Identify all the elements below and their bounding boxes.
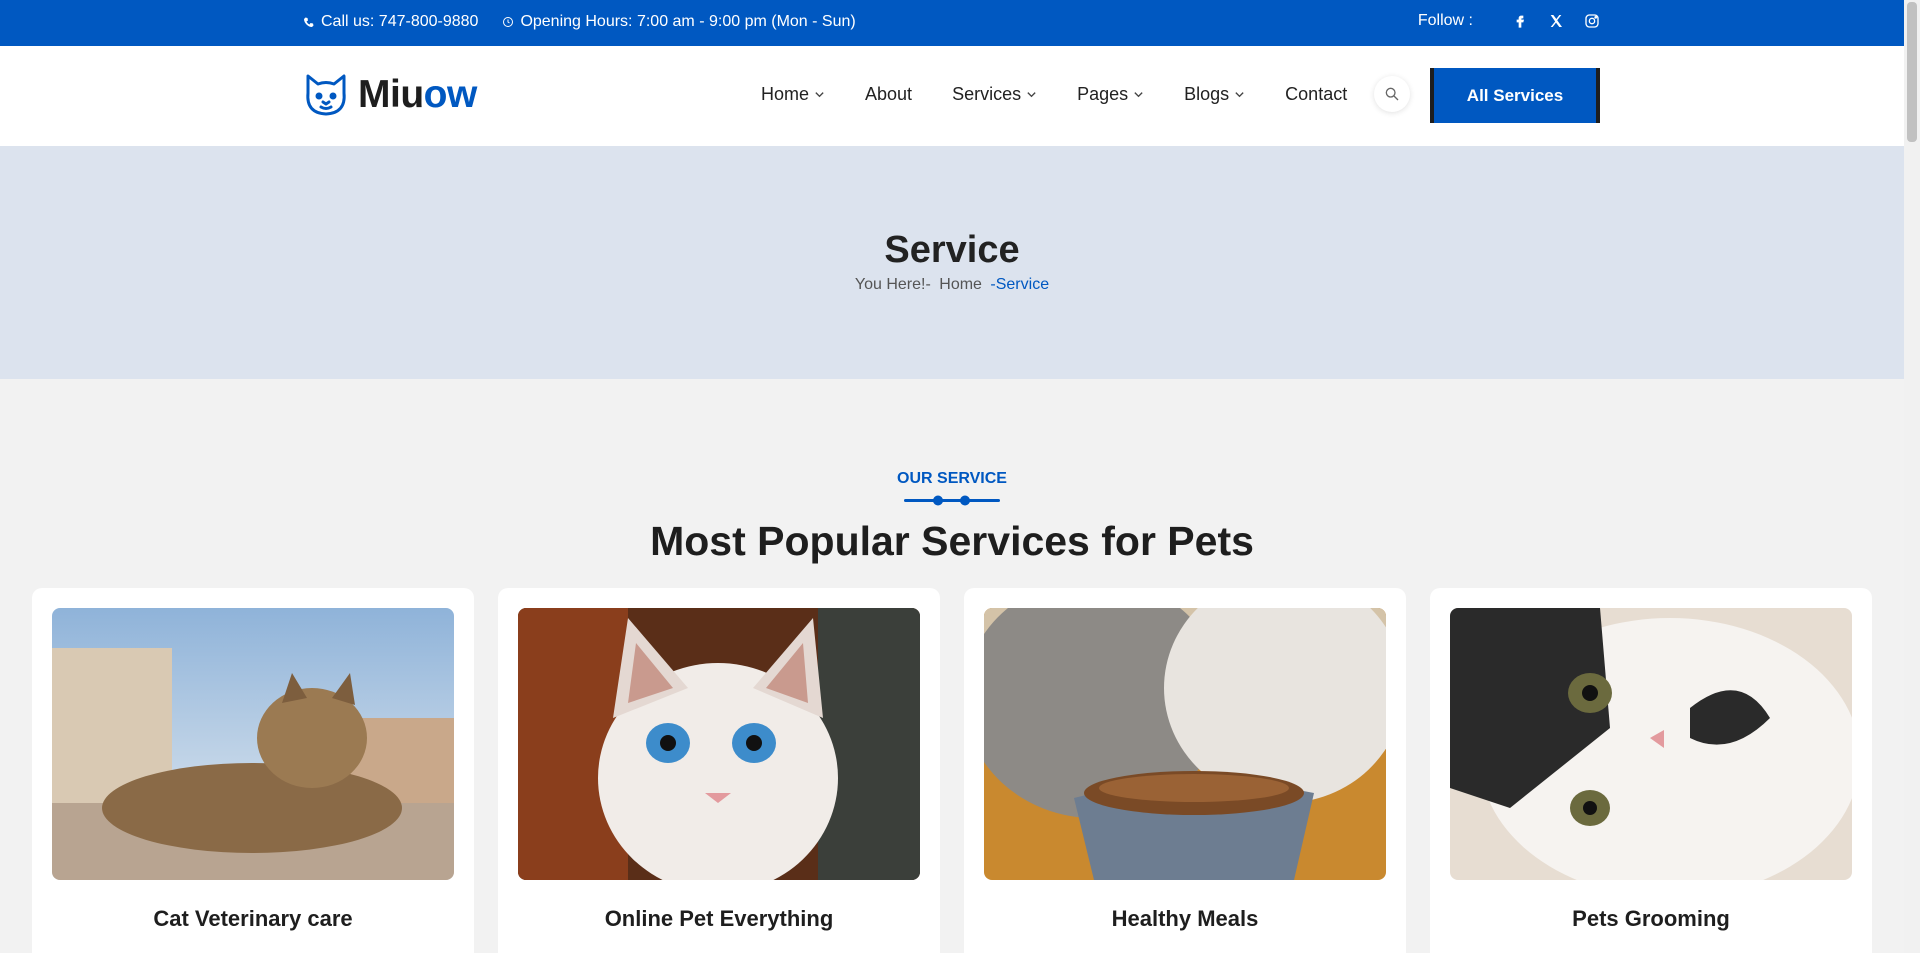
cat-grooming-image [1450,608,1852,880]
page-title: Service [884,229,1020,271]
nav-home-label: Home [761,84,810,104]
nav-about[interactable]: About [865,84,912,105]
service-title: Cat Veterinary care [153,906,353,931]
main-header: Miuow Home About Services Pages Blogs Co… [0,46,1904,146]
service-image [984,608,1386,880]
service-cards: Cat Veterinary care Online Pet Everythin… [32,588,1872,953]
search-icon [1385,87,1399,101]
breadcrumb-prefix: You Here!- [854,276,931,293]
call-text: Call us: 747-800-9880 [321,13,479,30]
call-info[interactable]: Call us: 747-800-9880 [303,13,478,31]
phone-icon [304,17,314,27]
service-title: Online Pet Everything [604,906,834,931]
nav-services-label: Services [952,84,1022,104]
site-logo[interactable]: Miuow [302,71,477,119]
nav-services[interactable]: Services [952,84,1037,105]
service-image [52,608,454,880]
cat-lying-image [52,608,454,880]
chevron-down-icon [1027,92,1036,98]
nav-contact-label: Contact [1285,84,1348,104]
nav-blogs-label: Blogs [1184,84,1230,104]
follow-label: Follow : [1417,12,1473,29]
search-button[interactable] [1374,76,1410,112]
page-scrollbar[interactable] [1904,0,1920,953]
chevron-down-icon [1235,92,1244,98]
facebook-icon[interactable] [1511,12,1529,30]
page-banner: Service You Here!- Home -Service [0,146,1904,379]
all-services-button[interactable]: All Services [1430,68,1600,123]
section-title: Most Popular Services for Pets [650,518,1254,564]
service-card[interactable]: Cat Veterinary care [32,588,474,953]
logo-text: Miuow [358,73,477,116]
clock-icon [503,17,514,27]
instagram-icon[interactable] [1583,12,1601,30]
hours-info: Opening Hours: 7:00 am - 9:00 pm (Mon - … [502,13,856,31]
service-card[interactable]: Online Pet Everything [498,588,940,953]
service-image [1450,608,1852,880]
chevron-down-icon [815,92,824,98]
scrollbar-thumb[interactable] [1907,2,1917,142]
x-icon[interactable] [1547,12,1565,30]
service-title: Healthy Meals [1111,906,1259,931]
white-kitten-image [518,608,920,880]
nav-contact[interactable]: Contact [1285,84,1347,105]
nav-pages-label: Pages [1077,84,1129,104]
section-divider-icon [904,495,1000,506]
chevron-down-icon [1134,92,1143,98]
breadcrumb: You Here!- Home -Service [0,276,1904,294]
nav-blogs[interactable]: Blogs [1184,84,1245,105]
section-subtitle: OUR SERVICE [897,470,1007,487]
service-card[interactable]: Pets Grooming [1430,588,1872,953]
nav-about-label: About [865,84,913,104]
cat-logo-icon [306,74,346,116]
top-info-bar: Call us: 747-800-9880 Opening Hours: 7:0… [0,0,1904,46]
hours-text: Opening Hours: 7:00 am - 9:00 pm (Mon - … [520,13,856,30]
breadcrumb-current: -Service [990,276,1050,293]
nav-pages[interactable]: Pages [1077,84,1144,105]
nav-home[interactable]: Home [761,84,825,105]
breadcrumb-home[interactable]: Home [939,276,982,293]
cats-eating-image [984,608,1386,880]
service-title: Pets Grooming [1572,906,1730,931]
main-nav: Home About Services Pages Blogs Contact [761,84,1347,105]
service-card[interactable]: Healthy Meals [964,588,1406,953]
service-image [518,608,920,880]
